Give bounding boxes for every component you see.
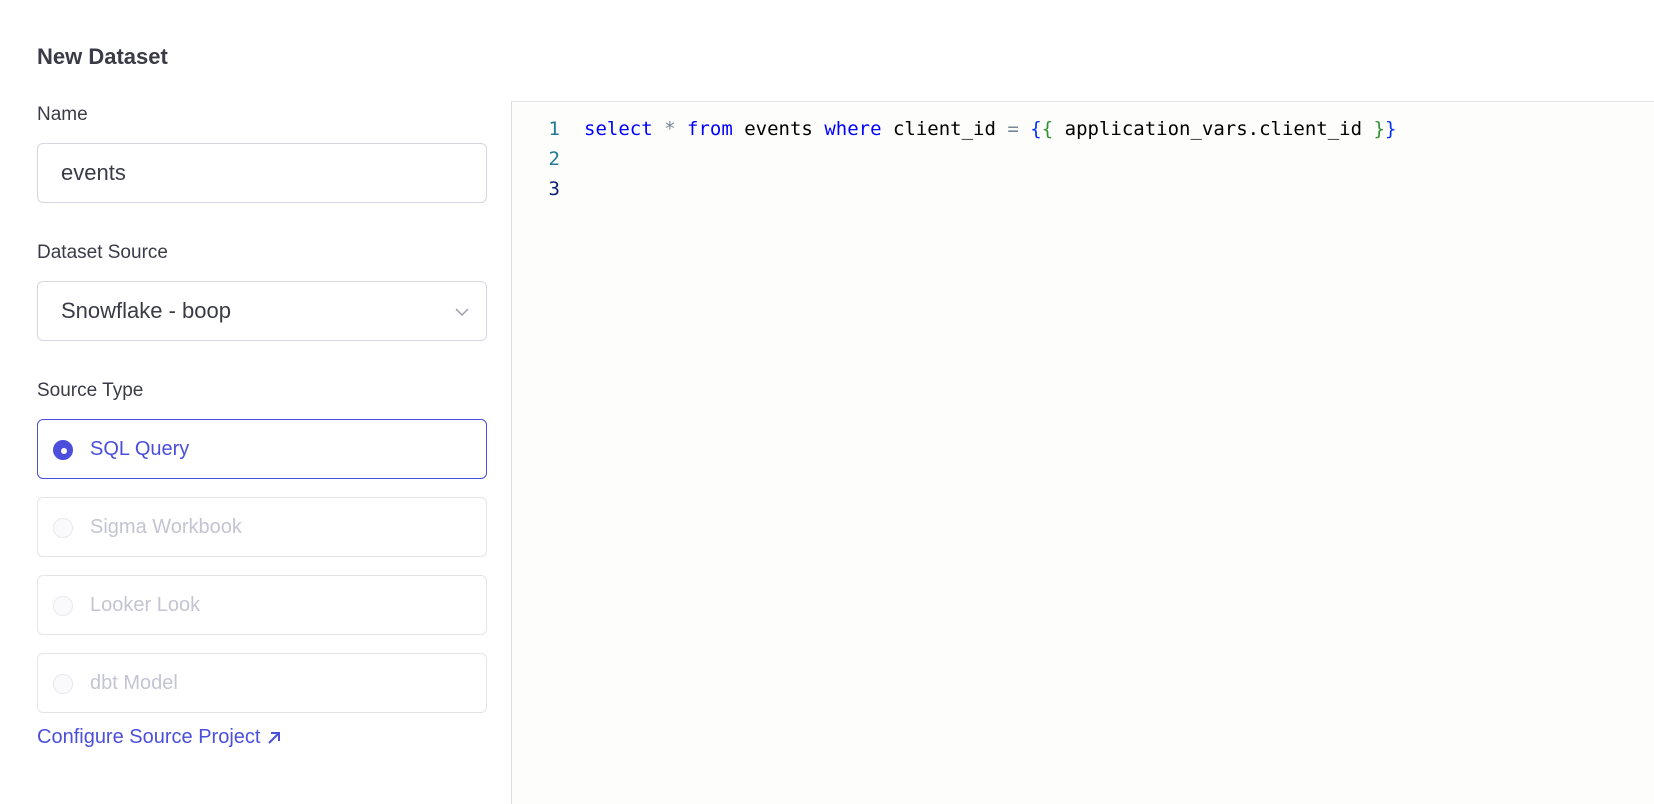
radio-sigma-workbook[interactable]: Sigma Workbook — [37, 497, 487, 557]
name-input[interactable] — [37, 143, 487, 203]
radio-button-icon — [53, 674, 73, 694]
code-line: 1 select * from events where client_id =… — [512, 114, 1397, 144]
dataset-source-value: Snowflake - boop — [61, 298, 231, 323]
radio-label: SQL Query — [90, 437, 190, 460]
radio-looker-look[interactable]: Looker Look — [37, 575, 487, 635]
name-label: Name — [37, 104, 88, 125]
dataset-source-select[interactable]: Snowflake - boop — [37, 281, 487, 341]
line-number: 3 — [548, 178, 560, 200]
code-text: select * from events where client_id = {… — [584, 118, 1397, 140]
code-line: 2 — [512, 144, 560, 174]
line-number: 2 — [548, 148, 560, 170]
dataset-source-label: Dataset Source — [37, 242, 168, 263]
radio-sql-query[interactable]: SQL Query — [37, 419, 487, 479]
source-type-label: Source Type — [37, 380, 144, 401]
radio-label: dbt Model — [90, 671, 178, 694]
configure-source-project-link[interactable]: Configure Source Project — [37, 726, 282, 749]
configure-link-label: Configure Source Project — [37, 726, 261, 748]
radio-button-icon — [53, 596, 73, 616]
chevron-down-icon — [455, 308, 469, 316]
radio-dbt-model[interactable]: dbt Model — [37, 653, 487, 713]
page-title: New Dataset — [37, 44, 168, 69]
radio-label: Sigma Workbook — [90, 515, 242, 538]
radio-button-icon — [53, 440, 73, 460]
radio-button-icon — [53, 518, 73, 538]
radio-label: Looker Look — [90, 593, 201, 616]
sql-editor[interactable]: 1 select * from events where client_id =… — [511, 101, 1654, 804]
line-number: 1 — [548, 118, 560, 140]
external-link-arrow-icon — [268, 731, 281, 744]
code-line: 3 — [512, 174, 560, 204]
